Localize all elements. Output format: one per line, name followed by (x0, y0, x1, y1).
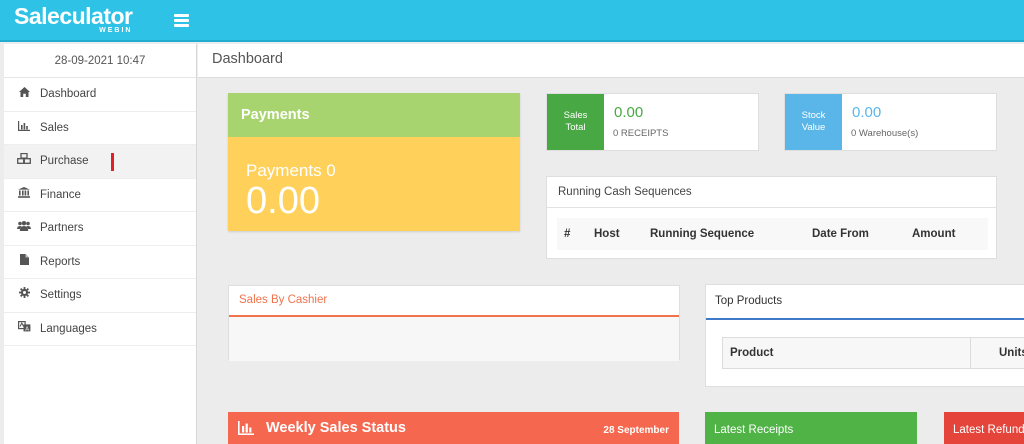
column-header-number[interactable]: # (564, 218, 570, 250)
column-header-product[interactable]: Product (730, 338, 773, 368)
logo-subtitle: WEBIN (99, 27, 133, 34)
sidebar-item-purchase[interactable]: Purchase (4, 145, 196, 179)
sidebar-item-partners[interactable]: Partners (4, 212, 196, 246)
page-title: Dashboard (212, 51, 283, 67)
weekly-sales-status-panel: Weekly Sales Status 28 September (228, 412, 679, 444)
hamburger-line (174, 24, 189, 27)
hamburger-icon (174, 14, 189, 17)
sidebar-datetime: 28-09-2021 10:47 (4, 44, 196, 78)
menu-toggle-button[interactable] (174, 14, 189, 27)
column-header-running-sequence[interactable]: Running Sequence (650, 218, 754, 250)
sidebar-item-label: Dashboard (40, 88, 97, 100)
sales-total-box: Sales Total 0.00 0 RECEIPTS (546, 93, 759, 151)
sidebar-item-label: Finance (40, 188, 81, 201)
sidebar-item-reports[interactable]: Reports (4, 246, 196, 279)
stock-value-box: Stock Value 0.00 0 Warehouse(s) (784, 93, 997, 151)
stock-value-label-line2: Value (801, 122, 826, 133)
top-products-panel: Top Products Product Units (705, 284, 1024, 387)
sidebar-item-languages[interactable]: A Languages (4, 313, 196, 346)
language-icon: A (16, 313, 32, 346)
text-cursor-marker (111, 153, 114, 171)
payments-count-label: Payments 0 (246, 161, 336, 180)
top-bar: Saleculator WEBIN (0, 0, 1024, 42)
column-separator (970, 338, 971, 368)
stock-value-label-line1: Stock (801, 110, 826, 121)
bar-chart-icon (16, 112, 32, 145)
latest-receipts-title: Latest Receipts (714, 424, 794, 436)
column-header-date-from[interactable]: Date From (812, 218, 869, 250)
users-icon (16, 212, 32, 245)
sidebar-item-finance[interactable]: Finance (4, 179, 196, 212)
svg-text:A: A (25, 326, 29, 332)
sidebar-item-label: Languages (40, 322, 97, 335)
latest-refunds-panel: Latest Refunds (944, 412, 1024, 444)
hamburger-line (174, 19, 189, 22)
payments-total-value: 0.00 (246, 180, 320, 222)
sales-by-cashier-panel: Sales By Cashier (228, 285, 680, 361)
file-icon (16, 246, 32, 279)
sales-total-label: Sales Total (547, 94, 604, 150)
top-products-table-header: Product Units (722, 337, 1024, 369)
running-cash-title: Running Cash Sequences (547, 177, 996, 208)
app-logo[interactable]: Saleculator WEBIN (14, 3, 133, 34)
sidebar-item-sales[interactable]: Sales (4, 112, 196, 145)
weekly-sales-status-title: Weekly Sales Status (266, 420, 406, 436)
sidebar-item-label: Settings (40, 289, 82, 301)
sidebar-item-label: Reports (40, 255, 81, 268)
bar-chart-icon (238, 421, 254, 435)
logo-title: Saleculator (14, 3, 133, 29)
sidebar-item-label: Partners (40, 222, 84, 234)
payments-card-body: Payments 0 0.00 (228, 137, 520, 231)
sidebar-item-dashboard[interactable]: Dashboard (4, 78, 196, 112)
payments-card-title: Payments (228, 93, 520, 137)
payments-card: Payments Payments 0 0.00 (228, 93, 520, 231)
stock-value-label: Stock Value (785, 94, 842, 150)
sidebar: 28-09-2021 10:47 Dashboard Sales Purchas… (4, 44, 197, 444)
sidebar-item-label: Purchase (40, 155, 89, 167)
running-cash-table-header: # Host Running Sequence Date From Amount (557, 218, 988, 250)
sales-total-receipts: 0 RECEIPTS (613, 128, 669, 139)
sales-total-label-line1: Sales (563, 110, 588, 121)
sales-by-cashier-body (229, 317, 679, 361)
gear-icon (16, 279, 32, 312)
sidebar-item-label: Sales (40, 121, 69, 134)
home-icon (16, 78, 32, 111)
latest-refunds-title: Latest Refunds (953, 424, 1024, 436)
sales-total-value: 0.00 (614, 104, 644, 121)
column-header-host[interactable]: Host (594, 218, 620, 250)
sidebar-item-settings[interactable]: Settings (4, 279, 196, 313)
weekly-sales-status-date: 28 September (603, 425, 669, 436)
stock-value-amount: 0.00 (852, 104, 882, 121)
stock-value-warehouses: 0 Warehouse(s) (851, 128, 919, 139)
top-products-title: Top Products (706, 285, 1024, 320)
sales-by-cashier-title: Sales By Cashier (229, 286, 679, 317)
column-header-units[interactable]: Units (999, 338, 1024, 368)
latest-receipts-panel: Latest Receipts (705, 412, 917, 444)
sales-total-label-line2: Total (565, 122, 586, 133)
cubes-icon (16, 145, 32, 178)
column-header-amount[interactable]: Amount (912, 218, 955, 250)
bank-icon (16, 179, 32, 212)
content-header: Dashboard (198, 44, 1024, 78)
running-cash-panel: Running Cash Sequences # Host Running Se… (546, 176, 997, 259)
